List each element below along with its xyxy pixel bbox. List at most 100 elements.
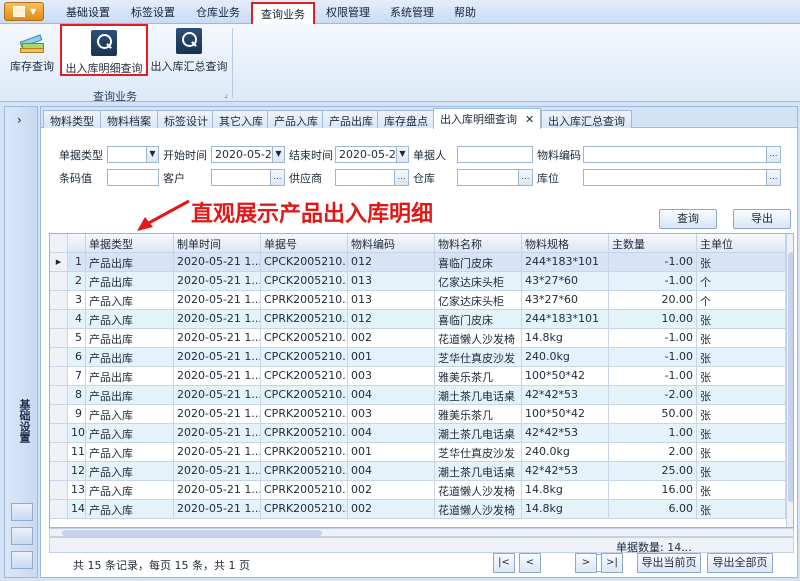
supplier-input[interactable]: … <box>335 169 409 186</box>
table-row[interactable]: 5 产品出库 2020-05-21 1... CPCK2005210... 002 花道懒… <box>50 329 793 348</box>
table-row[interactable]: 9 产品入库 2020-05-21 1... CPRK2005210... 003 雅美乐… <box>50 405 793 424</box>
scrollbar-thumb[interactable] <box>62 530 322 536</box>
left-nav-label[interactable]: 基础设置 <box>16 399 32 443</box>
menu-system-management[interactable]: 系统管理 <box>390 4 434 20</box>
end-time-picker[interactable]: 2020-05-21 ▼ <box>335 146 409 163</box>
tab-material-type[interactable]: 物料类型 <box>43 110 101 128</box>
table-row[interactable]: 10 产品入库 2020-05-21 1... CPRK2005210... 004 潮土… <box>50 424 793 443</box>
tab-product-outbound[interactable]: 产品出库 <box>322 110 380 128</box>
export-all-pages-button[interactable]: 导出全部页 <box>707 553 773 573</box>
cell-main-quantity: 50.00 <box>609 405 697 424</box>
cell-main-unit: 张 <box>697 310 786 329</box>
col-create-time[interactable]: 制单时间 <box>174 234 261 253</box>
cell-doc-number: CPRK2005210... <box>261 500 348 519</box>
barcode-input[interactable] <box>107 169 159 186</box>
close-icon[interactable]: ✕ <box>525 113 534 126</box>
cell-main-quantity: -1.00 <box>609 272 697 291</box>
table-row[interactable]: 4 产品入库 2020-05-21 1... CPRK2005210... 012 喜临门… <box>50 310 793 329</box>
cell-material-name: 潮土茶几电话桌 <box>435 424 522 443</box>
menu-label-settings[interactable]: 标签设置 <box>131 4 175 20</box>
expand-chevron-icon[interactable]: › <box>17 113 22 127</box>
col-material-spec[interactable]: 物料规格 <box>522 234 609 253</box>
ellipsis-icon[interactable]: … <box>766 147 780 162</box>
menu-help[interactable]: 帮助 <box>454 4 476 20</box>
table-row[interactable]: 2 产品出库 2020-05-21 1... CPCK2005210... 013 亿家达… <box>50 272 793 291</box>
table-row[interactable]: 3 产品入库 2020-05-21 1... CPRK2005210... 013 亿家达… <box>50 291 793 310</box>
menu-warehouse-business[interactable]: 仓库业务 <box>196 4 240 20</box>
tab-product-inbound[interactable]: 产品入库 <box>267 110 325 128</box>
customer-input[interactable]: … <box>211 169 285 186</box>
row-number: 8 <box>68 386 86 405</box>
material-code-label: 物料编码 <box>537 149 581 162</box>
first-page-button[interactable]: |< <box>493 553 515 573</box>
inout-summary-query-button[interactable]: 出入库汇总查询 <box>150 28 228 76</box>
cell-create-time: 2020-05-21 1... <box>174 386 261 405</box>
vertical-scrollbar[interactable] <box>786 234 793 527</box>
export-button[interactable]: 导出 <box>733 209 791 229</box>
tab-material-archive[interactable]: 物料档案 <box>100 110 158 128</box>
query-button[interactable]: 查询 <box>659 209 717 229</box>
tab-inout-summary-query[interactable]: 出入库汇总查询 <box>541 110 632 128</box>
start-time-picker[interactable]: 2020-05-21 ▼ <box>211 146 285 163</box>
horizontal-scrollbar[interactable] <box>49 528 794 537</box>
col-doc-type[interactable]: 单据类型 <box>86 234 174 253</box>
tab-other-inbound[interactable]: 其它入库 <box>212 110 270 128</box>
doc-person-input[interactable] <box>457 146 533 163</box>
cell-material-name: 花道懒人沙发椅 <box>435 481 522 500</box>
table-row[interactable]: 7 产品出库 2020-05-21 1... CPCK2005210... 003 雅美乐… <box>50 367 793 386</box>
table-row[interactable]: 11 产品入库 2020-05-21 1... CPRK2005210... 001 芝华… <box>50 443 793 462</box>
warehouse-input[interactable]: … <box>457 169 533 186</box>
inout-detail-query-button[interactable]: 出入库明细查询 <box>60 24 148 76</box>
ellipsis-icon[interactable]: … <box>766 170 780 185</box>
table-row[interactable]: 6 产品出库 2020-05-21 1... CPCK2005210... 001 芝华仕… <box>50 348 793 367</box>
dropdown-arrow-icon[interactable]: ▼ <box>272 147 284 162</box>
table-row[interactable]: 13 产品入库 2020-05-21 1... CPRK2005210... 002 花道… <box>50 481 793 500</box>
row-number: 5 <box>68 329 86 348</box>
app-icon <box>13 6 25 17</box>
cell-doc-type: 产品入库 <box>86 310 174 329</box>
ellipsis-icon[interactable]: … <box>394 170 408 185</box>
tab-stocktake[interactable]: 库存盘点 <box>377 110 435 128</box>
ellipsis-icon[interactable]: … <box>518 170 532 185</box>
col-material-name[interactable]: 物料名称 <box>435 234 522 253</box>
material-code-input[interactable]: … <box>583 146 781 163</box>
doc-type-select[interactable]: ▼ <box>107 146 159 163</box>
nav-tile-button[interactable] <box>11 551 33 569</box>
cell-main-unit: 张 <box>697 500 786 519</box>
scrollbar-thumb[interactable] <box>788 252 793 502</box>
last-page-button[interactable]: >| <box>601 553 623 573</box>
table-row[interactable]: 8 产品出库 2020-05-21 1... CPCK2005210... 004 潮土茶… <box>50 386 793 405</box>
cell-create-time: 2020-05-21 1... <box>174 481 261 500</box>
ellipsis-icon[interactable]: … <box>270 170 284 185</box>
annotation-text: 直观展示产品出入库明细 <box>191 202 434 227</box>
table-row[interactable]: ▸ 1 产品出库 2020-05-21 1... CPCK2005210... 012 喜临… <box>50 253 793 272</box>
app-menu-button[interactable]: ▼ <box>4 2 44 21</box>
prev-page-button[interactable]: < <box>519 553 541 573</box>
dropdown-arrow-icon[interactable]: ▼ <box>146 147 158 162</box>
ribbon: 库存查询 出入库明细查询 出入库汇总查询 查询业务 ⌟ <box>0 24 800 103</box>
row-number: 3 <box>68 291 86 310</box>
next-page-button[interactable]: > <box>575 553 597 573</box>
menu-query-business[interactable]: 查询业务 <box>251 2 315 26</box>
menu-permission-management[interactable]: 权限管理 <box>326 4 370 20</box>
nav-tile-button[interactable] <box>11 527 33 545</box>
dropdown-arrow-icon[interactable]: ▼ <box>396 147 408 162</box>
inventory-query-button[interactable]: 库存查询 <box>8 28 56 76</box>
menu-basic-settings[interactable]: 基础设置 <box>66 4 110 20</box>
table-row[interactable]: 12 产品入库 2020-05-21 1... CPRK2005210... 004 潮土… <box>50 462 793 481</box>
dialog-launcher-icon[interactable]: ⌟ <box>224 90 228 99</box>
cell-material-code: 001 <box>348 348 435 367</box>
table-row[interactable]: 14 产品入库 2020-05-21 1... CPRK2005210... 002 花道… <box>50 500 793 519</box>
col-doc-number[interactable]: 单据号 <box>261 234 348 253</box>
col-main-unit[interactable]: 主单位 <box>697 234 786 253</box>
col-main-quantity[interactable]: 主数量 <box>609 234 697 253</box>
location-input[interactable]: … <box>583 169 781 186</box>
cell-doc-type: 产品出库 <box>86 367 174 386</box>
tab-label-design[interactable]: 标签设计 <box>157 110 215 128</box>
export-current-page-button[interactable]: 导出当前页 <box>637 553 701 573</box>
row-indicator <box>50 329 68 348</box>
cell-material-name: 芝华仕真皮沙发 <box>435 348 522 367</box>
tab-inout-detail-query[interactable]: 出入库明细查询 ✕ <box>433 108 541 129</box>
col-material-code[interactable]: 物料编码 <box>348 234 435 253</box>
nav-tile-button[interactable] <box>11 503 33 521</box>
